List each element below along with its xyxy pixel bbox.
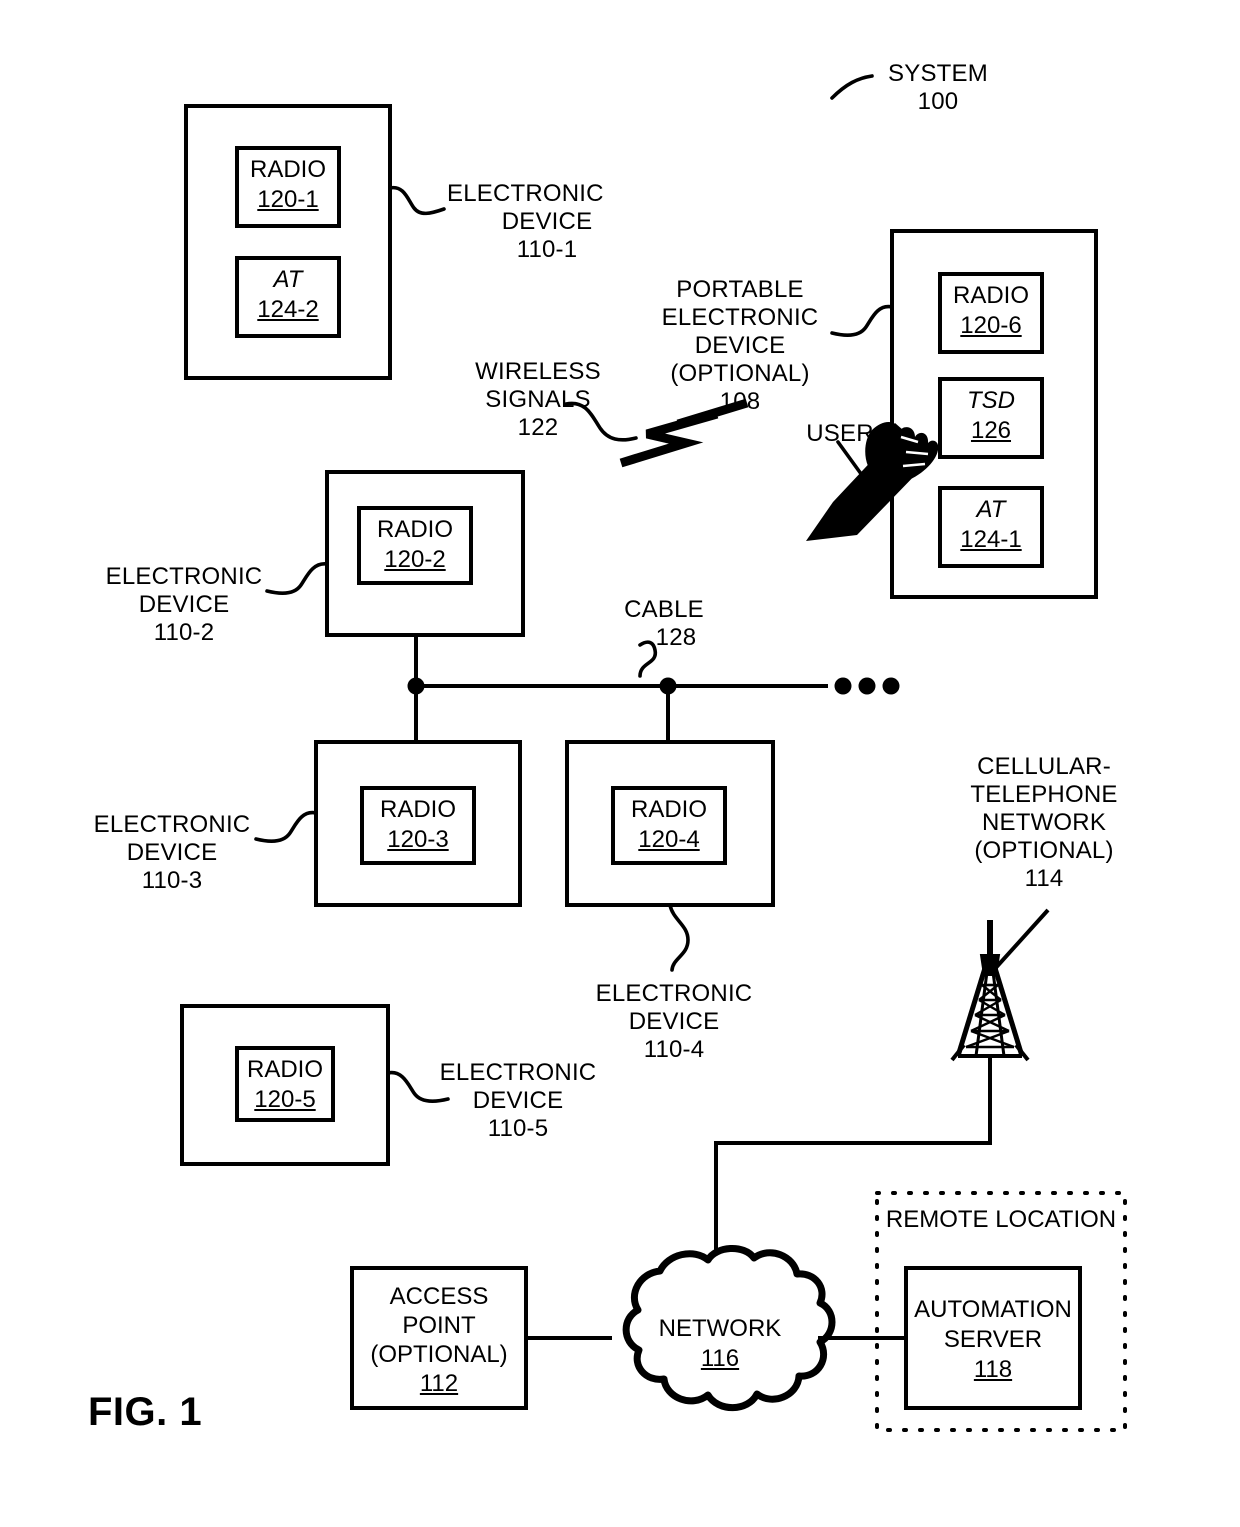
label-tsd-126-name: TSD xyxy=(967,387,1015,414)
callout-110-5-line3: 110-5 xyxy=(487,1115,549,1142)
cell-tower-icon xyxy=(950,920,1030,1062)
cable-continuation-dot-3 xyxy=(882,677,900,695)
callout-108-line3: DEVICE xyxy=(694,332,786,359)
callout-110-4-line1: ELECTRONIC xyxy=(595,980,753,1007)
callout-110-5-line2: DEVICE xyxy=(472,1087,564,1114)
leader-110-3 xyxy=(254,810,318,844)
label-at-124-1-number: 124-1 xyxy=(960,526,1022,553)
leader-108 xyxy=(830,304,894,338)
label-at-124-2-name: AT xyxy=(273,266,303,293)
cellular-network-line1: CELLULAR- xyxy=(977,753,1111,780)
label-radio-120-6-name: RADIO xyxy=(952,282,1029,309)
label-radio-120-1-number: 120-1 xyxy=(257,186,319,213)
label-at-124-1-name: AT xyxy=(976,496,1006,523)
cable-number: 128 xyxy=(655,624,697,651)
callout-110-3-line1: ELECTRONIC xyxy=(93,811,251,838)
label-tsd-126-number: 126 xyxy=(970,417,1012,444)
automation-server-number: 118 xyxy=(973,1356,1013,1383)
cable-junction-dot-right xyxy=(659,677,677,695)
leader-cellular-114 xyxy=(990,908,1050,974)
patent-figure-1: SYSTEM 100 RADIO 120-1 AT 124-2 ELECTRON… xyxy=(0,0,1240,1527)
callout-110-3-line3: 110-3 xyxy=(141,867,203,894)
leader-110-2 xyxy=(265,562,329,596)
network-label: NETWORK xyxy=(658,1315,782,1342)
access-point-number: 112 xyxy=(419,1370,459,1397)
label-at-124-2-number: 124-2 xyxy=(257,296,319,323)
callout-110-4-line3: 110-4 xyxy=(643,1036,705,1063)
callout-110-1-line3: 110-1 xyxy=(516,236,578,263)
label-radio-120-2-name: RADIO xyxy=(376,516,453,543)
cellular-network-line5: 114 xyxy=(1024,865,1064,892)
cable-continuation-dot-1 xyxy=(834,677,852,695)
label-radio-120-4-name: RADIO xyxy=(630,796,707,823)
cable-continuation-dot-2 xyxy=(858,677,876,695)
network-number: 116 xyxy=(700,1345,740,1372)
access-point-line1: ACCESS xyxy=(389,1283,489,1310)
cable-junction-dot-left xyxy=(407,677,425,695)
label-radio-120-2-number: 120-2 xyxy=(384,546,446,573)
figure-label: FIG. 1 xyxy=(88,1390,203,1434)
label-radio-120-4-number: 120-4 xyxy=(638,826,700,853)
callout-110-5-line1: ELECTRONIC xyxy=(439,1059,597,1086)
wireless-signals-line2: SIGNALS xyxy=(485,386,591,413)
callout-108-line2: ELECTRONIC xyxy=(661,304,819,331)
access-point-line2: POINT xyxy=(402,1312,476,1339)
wireless-signals-line3: 122 xyxy=(517,414,559,441)
system-callout-title: SYSTEM xyxy=(888,60,988,87)
system-callout-number: 100 xyxy=(917,88,959,115)
automation-server-line1: AUTOMATION xyxy=(914,1296,1072,1323)
callout-110-1-line1: ELECTRONIC xyxy=(447,180,604,207)
callout-108-line1: PORTABLE xyxy=(676,276,804,303)
remote-location-label: REMOTE LOCATION xyxy=(885,1206,1117,1233)
wireless-signals-line1: WIRELESS xyxy=(475,358,601,385)
device-110-5-box xyxy=(180,1004,390,1166)
user-label: USER xyxy=(806,420,874,447)
label-radio-120-1-name: RADIO xyxy=(249,156,326,183)
link-tower-to-network xyxy=(714,1056,992,1268)
callout-110-4-line2: DEVICE xyxy=(628,1008,720,1035)
label-radio-120-5-name: RADIO xyxy=(246,1056,323,1083)
callout-110-1-line2: DEVICE xyxy=(501,208,593,235)
cellular-network-line4: (OPTIONAL) xyxy=(974,837,1114,864)
leader-110-4 xyxy=(668,903,690,972)
callout-110-2-line3: 110-2 xyxy=(153,619,215,646)
callout-108-line5: 108 xyxy=(719,388,761,415)
cable-label: CABLE xyxy=(624,596,704,623)
access-point-line3: (OPTIONAL) xyxy=(370,1341,508,1368)
callout-110-3-line2: DEVICE xyxy=(126,839,218,866)
leader-110-1 xyxy=(388,185,446,216)
label-radio-120-6-number: 120-6 xyxy=(960,312,1022,339)
cellular-network-line3: NETWORK xyxy=(981,809,1107,836)
automation-server-line2: SERVER xyxy=(943,1326,1043,1353)
callout-110-2-line2: DEVICE xyxy=(138,591,230,618)
cellular-network-line2: TELEPHONE xyxy=(970,781,1118,808)
callout-108-line4: (OPTIONAL) xyxy=(670,360,810,387)
label-radio-120-5-number: 120-5 xyxy=(254,1086,316,1113)
callout-110-2-line1: ELECTRONIC xyxy=(105,563,263,590)
label-radio-120-3-name: RADIO xyxy=(379,796,456,823)
label-radio-120-3-number: 120-3 xyxy=(387,826,449,853)
